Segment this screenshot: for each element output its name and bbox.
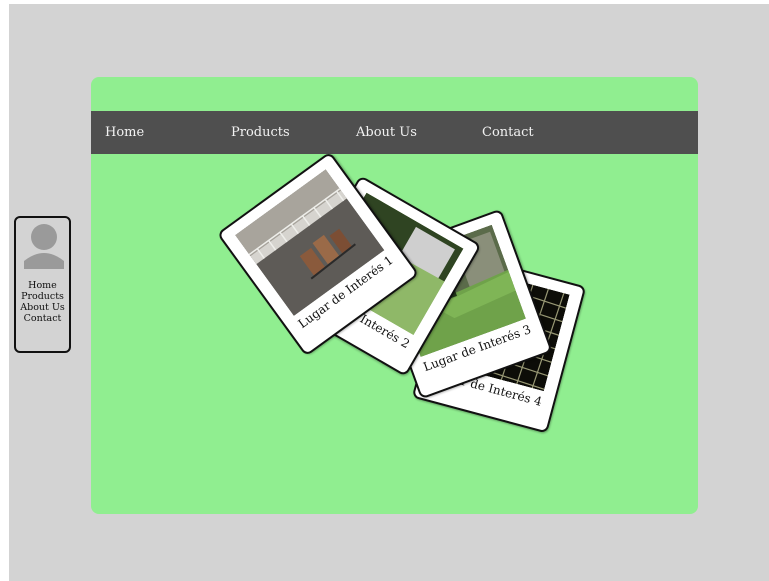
main-panel: Home Products About Us Contact Lugar de …	[91, 77, 698, 514]
sidebar-contact-link[interactable]: Contact	[16, 313, 69, 324]
nav-products-link[interactable]: Products	[231, 111, 290, 154]
nav-contact-link[interactable]: Contact	[482, 111, 534, 154]
nav-about-link[interactable]: About Us	[356, 111, 417, 154]
sidebar-products-link[interactable]: Products	[16, 291, 69, 302]
avatar-icon	[24, 221, 64, 269]
nav-home-link[interactable]: Home	[105, 111, 144, 154]
sidebar-menu: Home Products About Us Contact	[16, 280, 69, 324]
sidebar-about-link[interactable]: About Us	[16, 302, 69, 313]
sidebar-home-link[interactable]: Home	[16, 280, 69, 291]
profile-sidebar: Home Products About Us Contact	[14, 216, 71, 353]
top-navbar: Home Products About Us Contact	[91, 111, 698, 154]
